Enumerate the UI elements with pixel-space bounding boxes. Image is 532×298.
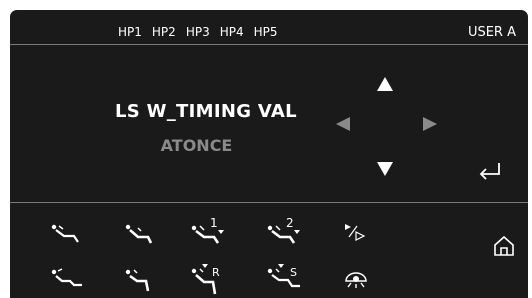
arrow-down-icon	[377, 162, 393, 176]
return-r-label: R	[212, 266, 220, 279]
enter-return-icon	[479, 163, 500, 180]
setting-value: ATONCE	[160, 136, 233, 155]
control-panel-screen: HP1 HP2 HP3 HP4 HP5 USER A LS W_TIMING V…	[10, 10, 528, 298]
arrow-up-icon	[377, 77, 393, 91]
chair-memory-1-button[interactable]: 1	[190, 216, 226, 246]
memory-2-label: 2	[286, 216, 294, 230]
chair-recline-b-button[interactable]	[124, 222, 156, 246]
dental-light-icon	[345, 272, 367, 288]
spit-s-label: S	[290, 266, 297, 279]
chair-recline-b-icon	[125, 224, 153, 244]
play-step-button[interactable]	[343, 222, 367, 242]
arrow-down-button[interactable]	[377, 162, 393, 176]
memory-1-label: 1	[210, 216, 218, 230]
arrow-right-icon	[423, 117, 437, 131]
chair-up-b-button[interactable]	[124, 267, 154, 293]
setting-value-area: ATONCE	[115, 10, 278, 298]
chair-return-r-icon: R	[191, 264, 220, 295]
chair-memory-1-icon: 1	[191, 216, 224, 244]
chair-spit-s-icon: S	[267, 264, 300, 288]
chair-recline-a-button[interactable]	[50, 222, 82, 246]
chair-up-b-icon	[125, 269, 150, 292]
arrow-right-button[interactable]	[423, 117, 437, 131]
enter-button[interactable]	[478, 162, 502, 180]
arrow-left-icon	[336, 117, 350, 131]
arrow-left-button[interactable]	[336, 117, 350, 131]
chair-spit-s-button[interactable]: S	[266, 262, 306, 296]
home-button[interactable]	[493, 235, 515, 257]
user-label[interactable]: USER A	[468, 25, 516, 40]
chair-return-r-button[interactable]: R	[190, 262, 226, 296]
chair-memory-2-icon: 2	[267, 216, 300, 244]
home-icon	[494, 235, 514, 256]
chair-recline-a-icon	[51, 224, 79, 243]
arrow-up-button[interactable]	[377, 77, 393, 91]
dental-light-button[interactable]	[343, 270, 369, 296]
chair-memory-2-button[interactable]: 2	[266, 216, 302, 246]
bottom-divider	[10, 202, 528, 203]
chair-up-a-icon	[51, 268, 82, 287]
chair-up-a-button[interactable]	[50, 267, 84, 291]
play-step-icon	[345, 224, 366, 241]
